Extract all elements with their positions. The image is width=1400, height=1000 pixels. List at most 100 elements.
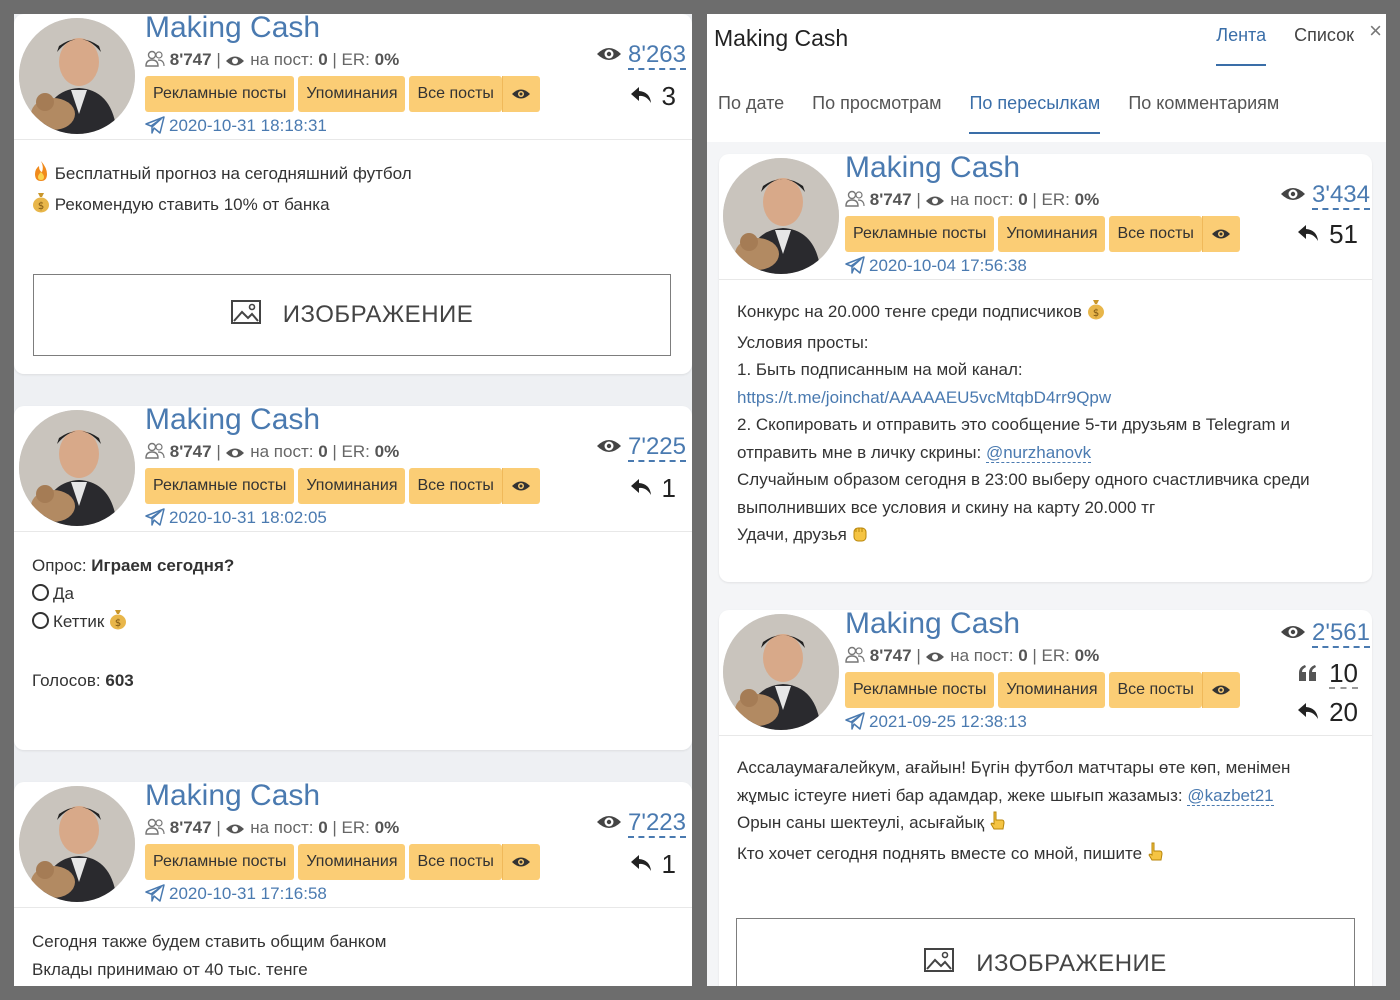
all-posts-button[interactable]: Все посты xyxy=(409,76,502,112)
channel-stats: 8'747 | на пост: 0 | ER: 0% xyxy=(145,441,399,466)
telegram-plane-icon xyxy=(145,508,165,532)
image-icon xyxy=(230,299,261,331)
tab-list[interactable]: Список xyxy=(1294,24,1354,66)
subscriber-count: 8'747 xyxy=(169,50,212,69)
all-posts-button[interactable]: Все посты xyxy=(409,468,502,504)
poll-option[interactable]: Да xyxy=(32,580,674,608)
ads-posts-button[interactable]: Рекламные посты xyxy=(145,76,295,112)
channel-title[interactable]: Making Cash xyxy=(145,778,320,814)
svg-text:$: $ xyxy=(38,201,44,212)
mentions-button[interactable]: Упоминания xyxy=(298,76,406,112)
forward-count: 1 xyxy=(630,848,676,879)
view-count[interactable]: 7'223 xyxy=(596,810,686,838)
channel-avatar[interactable] xyxy=(723,614,839,730)
channel-stats: 8'747 | на пост: 0 | ER: 0% xyxy=(145,49,399,74)
view-count[interactable]: 8'263 xyxy=(596,42,686,70)
mentions-button[interactable]: Упоминания xyxy=(298,844,406,880)
tab-feed[interactable]: Лента xyxy=(1216,24,1267,66)
post-date[interactable]: 2020-10-04 17:56:38 xyxy=(845,255,1027,280)
post-actions: Рекламные посты Упоминания Все посты xyxy=(845,672,1240,708)
ads-posts-button[interactable]: Рекламные посты xyxy=(145,844,295,880)
close-icon[interactable]: × xyxy=(1369,18,1382,44)
all-posts-button[interactable]: Все посты xyxy=(1109,672,1202,708)
eye-icon[interactable] xyxy=(1201,672,1240,708)
view-count[interactable]: 7'225 xyxy=(596,434,686,462)
mentions-button[interactable]: Упоминания xyxy=(298,468,406,504)
subscribers-icon xyxy=(145,442,165,466)
ads-posts-button[interactable]: Рекламные посты xyxy=(145,468,295,504)
view-tabs: Лента Список xyxy=(1216,24,1354,66)
money-bag-emoji: $ xyxy=(1087,298,1105,329)
channel-avatar[interactable] xyxy=(19,18,135,134)
money-bag-emoji: $ xyxy=(32,191,50,222)
mention-link[interactable]: @nurzhanovk xyxy=(985,442,1092,463)
eye-icon[interactable] xyxy=(501,844,540,880)
view-count[interactable]: 2'561 xyxy=(1280,620,1370,648)
sort-tabs: По дате По просмотрам По пересылкам По к… xyxy=(718,92,1279,134)
post-actions: Рекламные посты Упоминания Все посты xyxy=(145,468,540,504)
poll-option[interactable]: Кеттик $ xyxy=(32,608,674,639)
eye-icon xyxy=(925,192,945,214)
channel-title[interactable]: Making Cash xyxy=(845,150,1020,186)
sort-by-views[interactable]: По просмотрам xyxy=(812,92,941,134)
channel-title[interactable]: Making Cash xyxy=(145,14,320,46)
post-card: Making Cash 8'747 | на пост: 0 | ER: 0% … xyxy=(719,151,1372,582)
post-date[interactable]: 2021-09-25 12:38:13 xyxy=(845,711,1027,736)
image-icon xyxy=(924,948,955,979)
forward-arrow-icon xyxy=(1297,696,1319,727)
forward-arrow-icon xyxy=(1297,218,1319,249)
channel-avatar[interactable] xyxy=(19,410,135,526)
mention-link[interactable]: @kazbet21 xyxy=(1187,785,1274,806)
post-date[interactable]: 2020-10-31 18:18:31 xyxy=(145,115,327,140)
sort-by-comments[interactable]: По комментариям xyxy=(1128,92,1279,134)
quote-icon xyxy=(1297,658,1319,689)
channel-title[interactable]: Making Cash xyxy=(845,606,1020,642)
view-count[interactable]: 3'434 xyxy=(1280,182,1370,210)
radio-icon xyxy=(32,612,49,629)
radio-icon xyxy=(32,584,49,601)
eye-icon[interactable] xyxy=(1201,216,1240,252)
image-placeholder[interactable]: ИЗОБРАЖЕНИЕ xyxy=(33,274,671,356)
all-posts-button[interactable]: Все посты xyxy=(409,844,502,880)
poll-question: Играем сегодня? xyxy=(91,556,235,575)
ads-posts-button[interactable]: Рекламные посты xyxy=(845,672,995,708)
mentions-button[interactable]: Упоминания xyxy=(998,216,1106,252)
forward-arrow-icon xyxy=(630,472,652,503)
fist-emoji xyxy=(852,523,868,552)
image-placeholder[interactable]: ИЗОБРАЖЕНИЕ xyxy=(736,918,1355,986)
eye-icon[interactable] xyxy=(501,76,540,112)
telegram-plane-icon xyxy=(845,712,865,736)
poll-label: Опрос: xyxy=(32,556,87,575)
eye-icon xyxy=(225,444,245,466)
pointing-hand-emoji xyxy=(1147,842,1163,871)
eye-icon xyxy=(596,813,622,836)
eye-icon[interactable] xyxy=(501,468,540,504)
subscriber-count: 8'747 xyxy=(869,646,912,665)
subscribers-icon xyxy=(845,646,865,670)
post-card: Making Cash 8'747 | на пост: 0 | ER: 0% … xyxy=(719,607,1372,986)
mentions-button[interactable]: Упоминания xyxy=(998,672,1106,708)
channel-title[interactable]: Making Cash xyxy=(145,402,320,438)
channel-avatar[interactable] xyxy=(19,786,135,902)
forward-count: 3 xyxy=(630,80,676,111)
post-card: Making Cash 8'747 | на пост: 0 | ER: 0% … xyxy=(14,14,692,374)
channel-stats: 8'747 | на пост: 0 | ER: 0% xyxy=(145,817,399,842)
ads-posts-button[interactable]: Рекламные посты xyxy=(845,216,995,252)
sort-by-date[interactable]: По дате xyxy=(718,92,784,134)
post-text: Бесплатный прогноз на сегодняшний футбол… xyxy=(14,140,692,222)
channel-avatar[interactable] xyxy=(723,158,839,274)
invite-link[interactable]: https://t.me/joinchat/AAAAAEU5vcMtqbD4rr… xyxy=(737,388,1111,407)
telegram-plane-icon xyxy=(145,884,165,908)
post-date[interactable]: 2020-10-31 17:16:58 xyxy=(145,883,327,908)
money-bag-emoji: $ xyxy=(109,608,127,639)
telegram-plane-icon xyxy=(145,116,165,140)
pointing-hand-emoji xyxy=(989,811,1005,840)
eye-icon xyxy=(225,820,245,842)
post-date[interactable]: 2020-10-31 18:02:05 xyxy=(145,507,327,532)
post-actions: Рекламные посты Упоминания Все посты xyxy=(845,216,1240,252)
channel-stats: 8'747 | на пост: 0 | ER: 0% xyxy=(845,645,1099,670)
svg-text:$: $ xyxy=(115,618,121,629)
all-posts-button[interactable]: Все посты xyxy=(1109,216,1202,252)
sort-by-forwards[interactable]: По пересылкам xyxy=(969,92,1101,134)
channel-stats: 8'747 | на пост: 0 | ER: 0% xyxy=(845,189,1099,214)
